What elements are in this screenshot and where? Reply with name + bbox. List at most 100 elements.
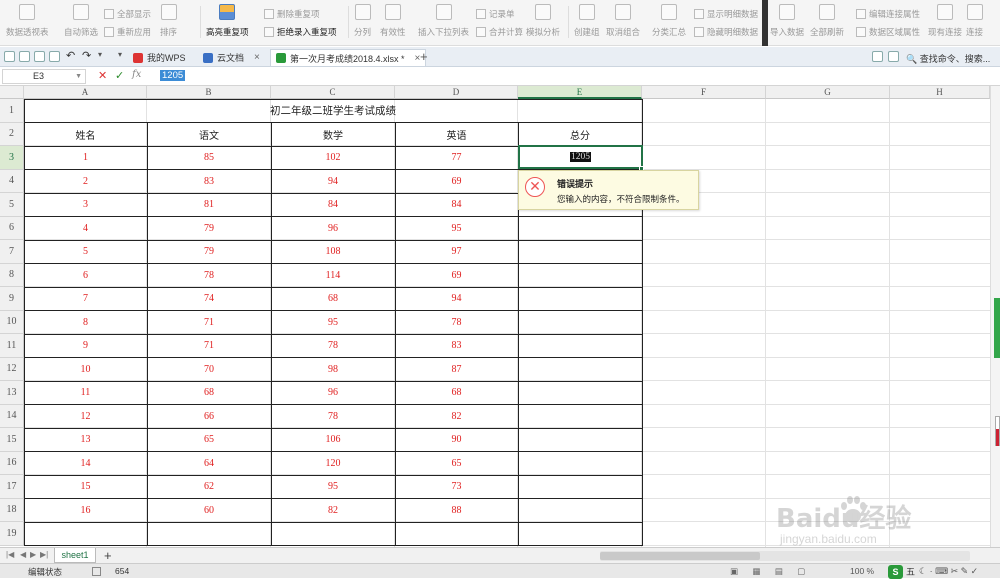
- create-group-button[interactable]: 创建组: [574, 4, 600, 38]
- row-header-8[interactable]: 8: [0, 263, 24, 287]
- row-header-12[interactable]: 12: [0, 357, 24, 381]
- show-all-button[interactable]: 全部显示: [104, 8, 151, 20]
- select-all-corner[interactable]: [0, 86, 24, 99]
- row-header-19[interactable]: 19: [0, 522, 24, 546]
- table-cell[interactable]: 71: [147, 334, 271, 358]
- table-cell[interactable]: 69: [395, 170, 518, 194]
- auto-filter-button[interactable]: 自动筛选: [64, 4, 98, 38]
- table-cell[interactable]: 90: [395, 428, 518, 452]
- table-cell[interactable]: 11: [24, 381, 147, 405]
- sheet-tab-sheet1[interactable]: sheet1: [54, 548, 96, 563]
- tab-mywps[interactable]: 我的WPS: [128, 49, 191, 66]
- table-cell[interactable]: 83: [395, 334, 518, 358]
- table-cell[interactable]: 77: [395, 146, 518, 170]
- table-cell[interactable]: 16: [24, 499, 147, 523]
- connect-button[interactable]: 连接: [966, 4, 983, 38]
- print-preview-icon[interactable]: [49, 51, 60, 62]
- table-cell[interactable]: 78: [271, 405, 395, 429]
- table-cell[interactable]: 60: [147, 499, 271, 523]
- table-cell[interactable]: 79: [147, 217, 271, 241]
- validity-button[interactable]: 有效性: [380, 4, 406, 38]
- table-cell[interactable]: 106: [271, 428, 395, 452]
- close-icon[interactable]: ×: [254, 52, 260, 63]
- import-data-button[interactable]: 导入数据: [770, 4, 804, 38]
- column-header-c[interactable]: C: [271, 86, 395, 99]
- existing-connection-button[interactable]: 现有连接: [928, 4, 962, 38]
- header-cell[interactable]: 姓名: [24, 123, 147, 147]
- prev-sheet-icon[interactable]: ◀: [20, 550, 26, 559]
- confirm-edit-icon[interactable]: ✓: [115, 69, 124, 82]
- table-cell[interactable]: 65: [147, 428, 271, 452]
- column-header-h[interactable]: H: [890, 86, 990, 99]
- ungroup-button[interactable]: 取消组合: [606, 4, 640, 38]
- table-cell[interactable]: 102: [271, 146, 395, 170]
- table-cell[interactable]: 9: [24, 334, 147, 358]
- active-cell-e3[interactable]: 1205: [518, 145, 643, 169]
- table-cell[interactable]: 96: [271, 381, 395, 405]
- zoom-level[interactable]: 100 %: [850, 566, 874, 576]
- table-cell[interactable]: 83: [147, 170, 271, 194]
- table-cell[interactable]: 73: [395, 475, 518, 499]
- row-header-10[interactable]: 10: [0, 310, 24, 334]
- redo-icon[interactable]: ↷: [82, 49, 91, 62]
- table-cell[interactable]: 10: [24, 358, 147, 382]
- table-cell[interactable]: 71: [147, 311, 271, 335]
- table-cell[interactable]: 81: [147, 193, 271, 217]
- reject-duplicates-button[interactable]: 拒绝录入重复项: [264, 26, 337, 38]
- column-header-f[interactable]: F: [642, 86, 766, 99]
- table-cell[interactable]: 120: [271, 452, 395, 476]
- table-cell[interactable]: 84: [271, 193, 395, 217]
- view-mode-icons[interactable]: ▣ ▦ ▤ ▢: [730, 566, 811, 577]
- column-header-d[interactable]: D: [395, 86, 518, 99]
- table-cell[interactable]: 98: [271, 358, 395, 382]
- table-cell[interactable]: 95: [271, 475, 395, 499]
- table-cell[interactable]: 5: [24, 240, 147, 264]
- table-cell[interactable]: 108: [271, 240, 395, 264]
- split-column-button[interactable]: 分列: [354, 4, 371, 38]
- row-header-17[interactable]: 17: [0, 475, 24, 499]
- table-cell[interactable]: 3: [24, 193, 147, 217]
- table-cell[interactable]: 2: [24, 170, 147, 194]
- sort-button[interactable]: 排序: [160, 4, 177, 38]
- table-cell[interactable]: 69: [395, 264, 518, 288]
- record-form-button[interactable]: 记录单: [476, 8, 515, 20]
- table-cell[interactable]: 7: [24, 287, 147, 311]
- table-cell[interactable]: 96: [271, 217, 395, 241]
- table-cell[interactable]: 74: [147, 287, 271, 311]
- reapply-button[interactable]: 重新应用: [104, 26, 151, 38]
- row-header-4[interactable]: 4: [0, 169, 24, 193]
- table-cell[interactable]: 79: [147, 240, 271, 264]
- table-cell[interactable]: 68: [271, 287, 395, 311]
- table-cell[interactable]: 95: [271, 311, 395, 335]
- last-sheet-icon[interactable]: ▶|: [40, 550, 48, 559]
- row-header-15[interactable]: 15: [0, 428, 24, 452]
- remove-duplicates-button[interactable]: 删除重复项: [264, 8, 320, 20]
- share-icon[interactable]: [872, 51, 883, 62]
- row-header-6[interactable]: 6: [0, 216, 24, 240]
- row-header-9[interactable]: 9: [0, 287, 24, 311]
- header-cell[interactable]: 总分: [518, 123, 642, 147]
- table-cell[interactable]: 78: [147, 264, 271, 288]
- name-box[interactable]: E3 ▼: [2, 69, 86, 84]
- table-cell[interactable]: 68: [395, 381, 518, 405]
- column-header-e[interactable]: E: [518, 86, 642, 99]
- add-sheet-button[interactable]: +: [104, 548, 112, 563]
- vertical-scrollbar[interactable]: [990, 86, 1000, 547]
- sheet-title-cell[interactable]: 初二年级二班学生考试成绩: [24, 99, 642, 122]
- row-header-11[interactable]: 11: [0, 334, 24, 358]
- table-cell[interactable]: 14: [24, 452, 147, 476]
- tab-cloud[interactable]: 云文档 ×: [198, 49, 265, 66]
- table-cell[interactable]: 78: [395, 311, 518, 335]
- ime-indicator[interactable]: S 五 ☾ · ⌨ ✂ ✎ ✓: [888, 564, 978, 579]
- horizontal-scrollbar[interactable]: [600, 551, 970, 561]
- table-cell[interactable]: 114: [271, 264, 395, 288]
- tab-file[interactable]: 第一次月考成绩2018.4.xlsx * ×: [270, 49, 427, 66]
- table-cell[interactable]: 88: [395, 499, 518, 523]
- row-header-18[interactable]: 18: [0, 498, 24, 522]
- highlight-duplicates-button[interactable]: 高亮重复项: [206, 4, 249, 38]
- table-cell[interactable]: 78: [271, 334, 395, 358]
- hide-detail-button[interactable]: 隐藏明细数据: [694, 26, 758, 38]
- table-cell[interactable]: 94: [271, 170, 395, 194]
- edit-connection-button[interactable]: 编辑连接属性: [856, 8, 920, 20]
- undo-icon[interactable]: ↶: [66, 49, 75, 62]
